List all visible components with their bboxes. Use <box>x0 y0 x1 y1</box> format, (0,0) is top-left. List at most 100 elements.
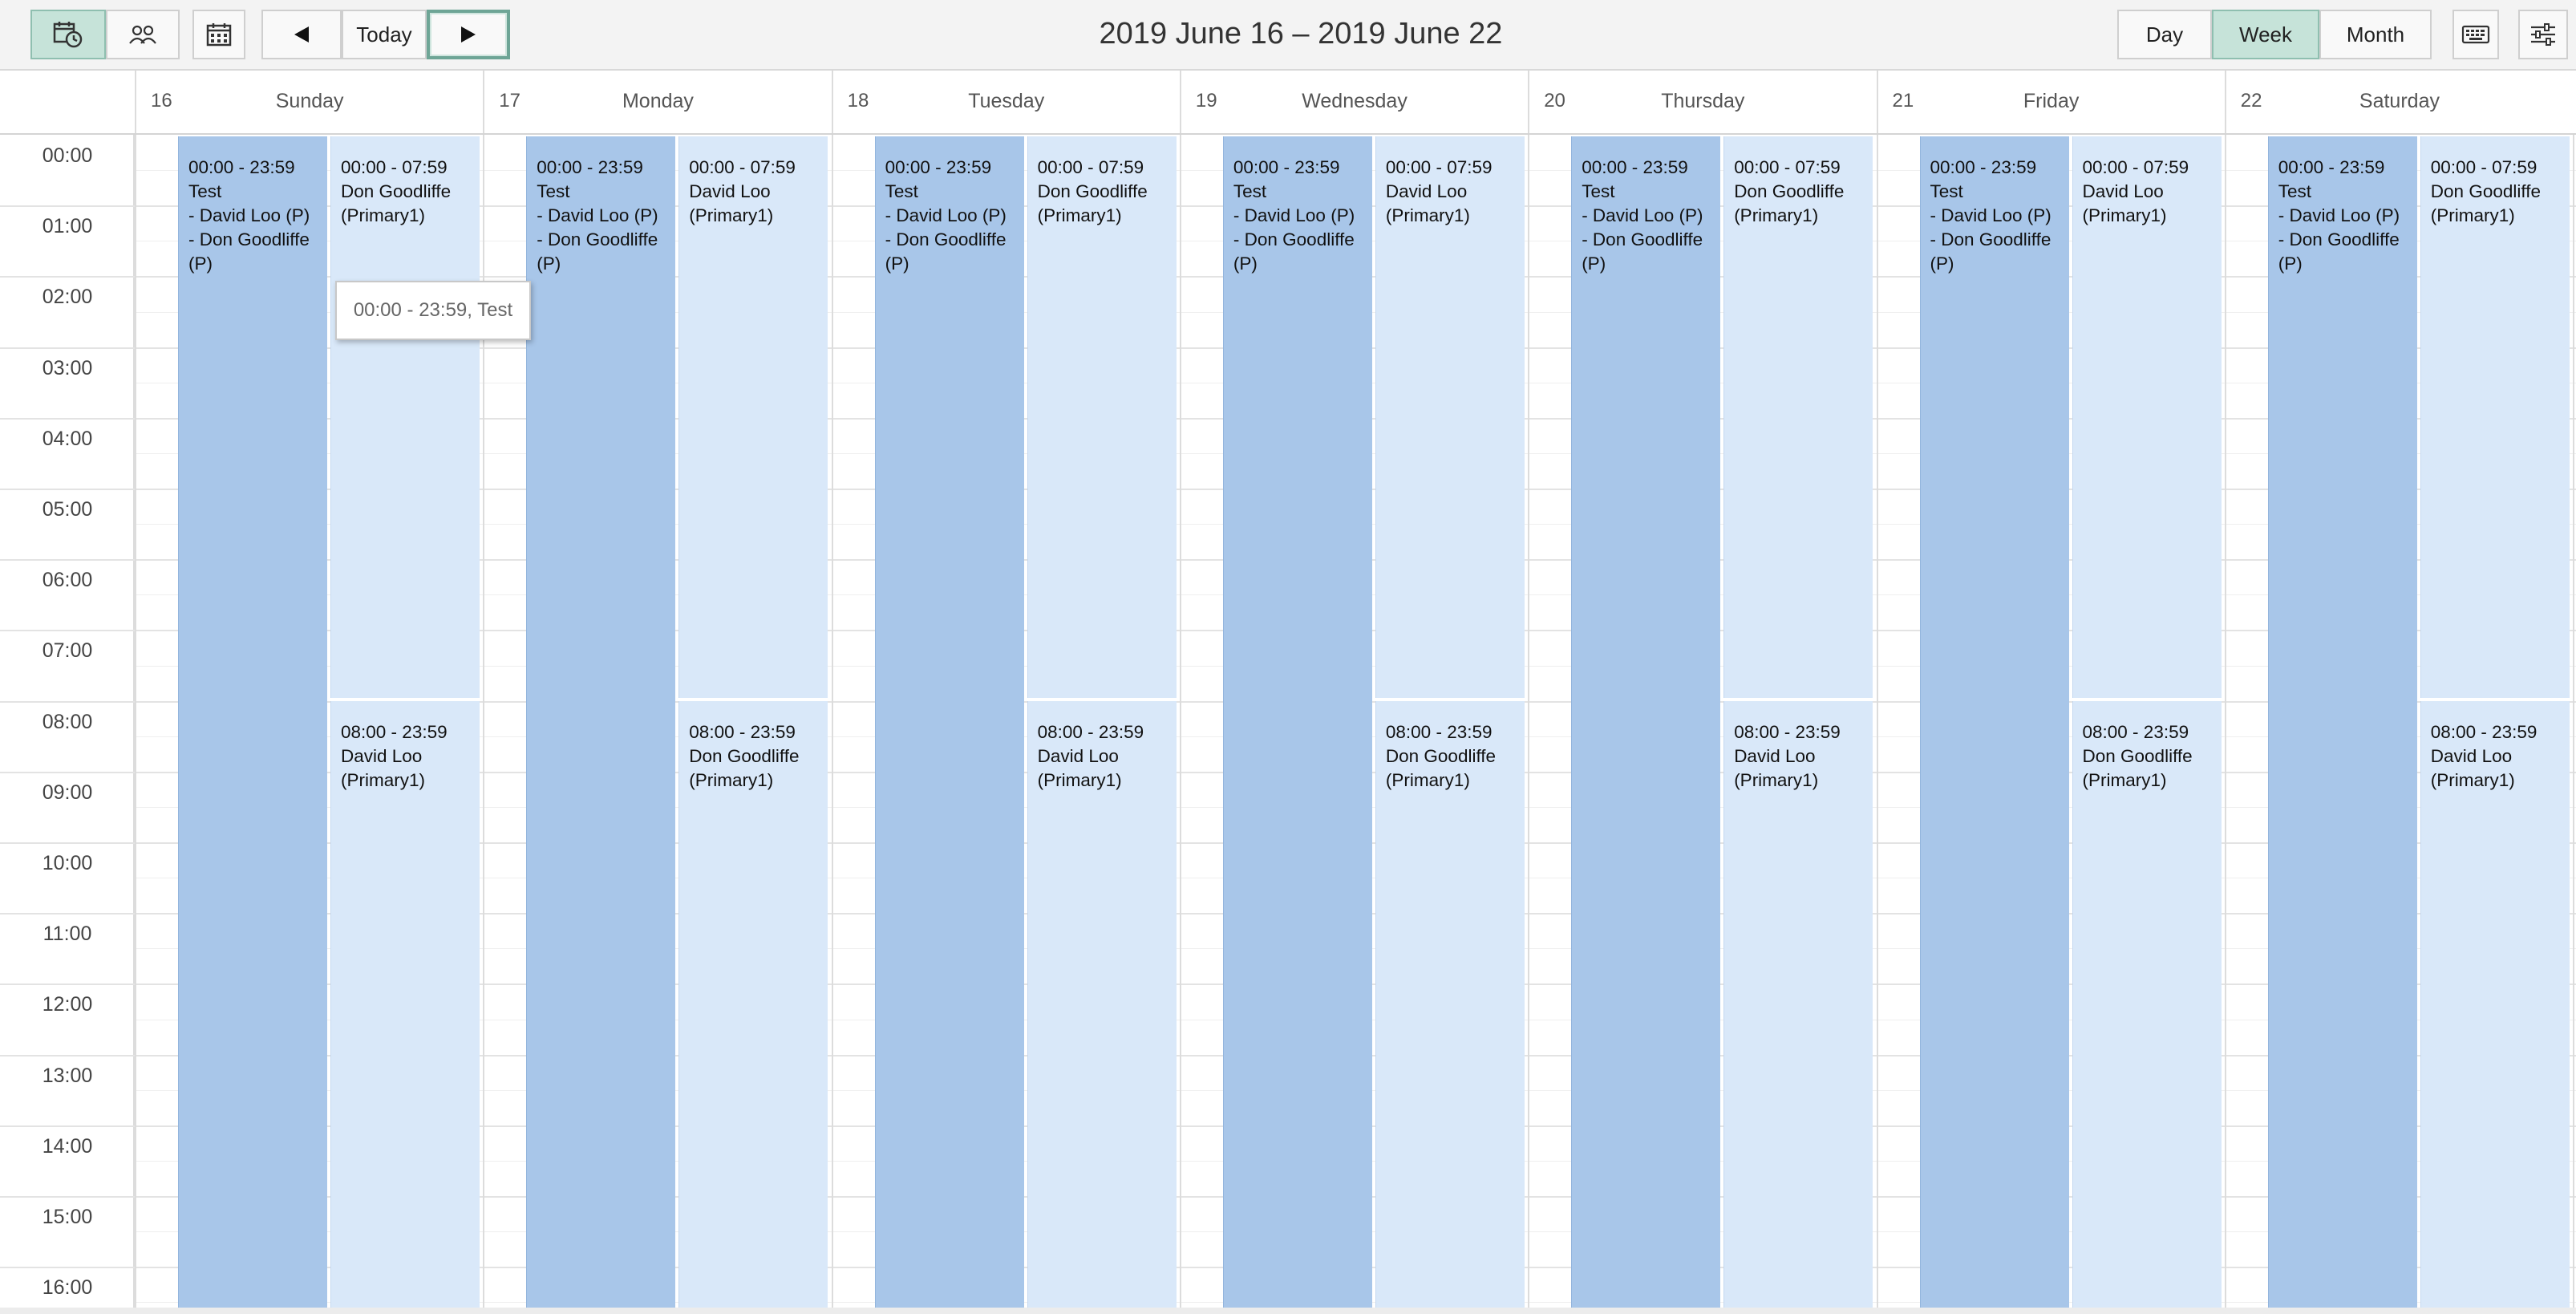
view-month-button[interactable]: Month <box>2319 10 2432 59</box>
event-morning-shift-friday[interactable]: 00:00 - 07:59 David Loo (Primary1) <box>2072 136 2222 698</box>
event-test-tuesday[interactable]: 00:00 - 23:59 Test - David Loo (P) - Don Go… <box>874 136 1024 1314</box>
event-text-line: 00:00 - 07:59 <box>341 157 448 177</box>
event-text-line: 00:00 - 23:59 <box>1582 157 1688 177</box>
day-name: Sunday <box>275 90 344 112</box>
event-day-shift-thursday[interactable]: 08:00 - 23:59 David Loo (Primary1) <box>1723 700 1873 1314</box>
day-name: Monday <box>622 90 694 112</box>
event-text-line: Don Goodliffe <box>1734 181 1845 201</box>
people-view-button[interactable] <box>106 10 180 59</box>
header-corner <box>0 71 135 133</box>
event-text-line: (Primary1) <box>2430 769 2515 790</box>
event-text-line: 08:00 - 23:59 <box>341 721 448 742</box>
event-text-line: (P) <box>537 253 561 274</box>
event-morning-shift-sunday[interactable]: 00:00 - 07:59 Don Goodliffe (Primary1) <box>330 136 480 698</box>
event-day-shift-tuesday[interactable]: 08:00 - 23:59 David Loo (Primary1) <box>1027 700 1177 1314</box>
event-morning-shift-saturday[interactable]: 00:00 - 07:59 Don Goodliffe (Primary1) <box>2420 136 2570 698</box>
event-text-line: - Don Goodliffe <box>1233 229 1355 249</box>
next-week-button[interactable] <box>427 10 510 59</box>
event-text-line: (Primary1) <box>1734 205 1819 225</box>
view-week-button[interactable]: Week <box>2212 10 2319 59</box>
event-text-line: (P) <box>1582 253 1606 274</box>
event-text-line: (P) <box>1233 253 1258 274</box>
event-test-monday[interactable]: 00:00 - 23:59 Test - David Loo (P) - Don Go… <box>526 136 676 1314</box>
event-text-line: - David Loo (P) <box>1233 205 1355 225</box>
today-button[interactable]: Today <box>342 10 427 59</box>
day-header-wednesday[interactable]: 19 Wednesday <box>1179 71 1528 133</box>
time-label: 11:00 <box>43 923 92 946</box>
event-tooltip: 00:00 - 23:59, Test <box>335 281 531 340</box>
day-header-saturday[interactable]: 22 Saturday <box>2224 71 2573 133</box>
day-name: Thursday <box>1661 90 1745 112</box>
event-text-line: (P) <box>885 253 909 274</box>
time-column: 00:00 01:00 02:00 03:00 04:00 05:00 06:00 07:00… <box>0 135 135 1314</box>
event-day-shift-wednesday[interactable]: 08:00 - 23:59 Don Goodliffe (Primary1) <box>1375 700 1525 1314</box>
date-picker-button[interactable] <box>192 10 245 59</box>
previous-week-button[interactable] <box>261 10 342 59</box>
keyboard-shortcuts-button[interactable] <box>2452 10 2499 59</box>
day-column-divider <box>1528 135 1530 1314</box>
event-text-line: 00:00 - 23:59 <box>885 157 992 177</box>
event-test-sunday[interactable]: 00:00 - 23:59 Test - David Loo (P) - Don Go… <box>178 136 327 1314</box>
event-morning-shift-thursday[interactable]: 00:00 - 07:59 Don Goodliffe (Primary1) <box>1723 136 1873 698</box>
event-test-wednesday[interactable]: 00:00 - 23:59 Test - David Loo (P) - Don Go… <box>1222 136 1372 1314</box>
keyboard-icon <box>2461 24 2490 45</box>
event-day-shift-sunday[interactable]: 08:00 - 23:59 David Loo (Primary1) <box>330 700 480 1314</box>
view-day-button[interactable]: Day <box>2117 10 2212 59</box>
event-test-thursday[interactable]: 00:00 - 23:59 Test - David Loo (P) - Don Go… <box>1571 136 1721 1314</box>
horizontal-scrollbar[interactable] <box>0 1308 2576 1314</box>
event-text-line: Test <box>188 181 222 201</box>
event-text-line: 08:00 - 23:59 <box>1037 721 1144 742</box>
toolbar: Today 2019 June 16 – 2019 June 22 Day We… <box>0 0 2576 71</box>
calendar-grid-icon <box>205 22 233 47</box>
event-text-line: 00:00 - 23:59 <box>1930 157 2037 177</box>
event-day-shift-saturday[interactable]: 08:00 - 23:59 David Loo (Primary1) <box>2420 700 2570 1314</box>
event-day-shift-friday[interactable]: 08:00 - 23:59 Don Goodliffe (Primary1) <box>2072 700 2222 1314</box>
event-text-line: 08:00 - 23:59 <box>689 721 796 742</box>
schedule-view-button[interactable] <box>30 10 106 59</box>
event-text-line: David Loo <box>689 181 771 201</box>
event-text-line: - Don Goodliffe <box>537 229 658 249</box>
event-text-line: 00:00 - 23:59 <box>537 157 643 177</box>
event-test-saturday[interactable]: 00:00 - 23:59 Test - David Loo (P) - Don Go… <box>2267 136 2417 1314</box>
day-header-tuesday[interactable]: 18 Tuesday <box>831 71 1180 133</box>
sliders-icon <box>2529 22 2558 47</box>
day-name: Tuesday <box>968 90 1045 112</box>
page-title: 2019 June 16 – 2019 June 22 <box>1099 16 1503 51</box>
time-label: 07:00 <box>42 639 93 663</box>
event-morning-shift-wednesday[interactable]: 00:00 - 07:59 David Loo (Primary1) <box>1375 136 1525 698</box>
event-day-shift-monday[interactable]: 08:00 - 23:59 Don Goodliffe (Primary1) <box>678 700 828 1314</box>
day-header-monday[interactable]: 17 Monday <box>483 71 831 133</box>
event-text-line: - David Loo (P) <box>1582 205 1703 225</box>
event-text-line: Test <box>1233 181 1267 201</box>
event-text-line: (Primary1) <box>341 205 425 225</box>
event-text-line: - David Loo (P) <box>2278 205 2400 225</box>
event-text-line: David Loo <box>2082 181 2164 201</box>
day-header-sunday[interactable]: 16 Sunday <box>135 71 483 133</box>
event-text-line: - Don Goodliffe <box>1582 229 1703 249</box>
day-header-thursday[interactable]: 20 Thursday <box>1528 71 1876 133</box>
day-name: Saturday <box>2359 90 2440 112</box>
day-column-divider <box>1179 135 1181 1314</box>
time-label: 13:00 <box>42 1064 93 1087</box>
time-label: 12:00 <box>42 993 93 1016</box>
day-header-friday[interactable]: 21 Friday <box>1876 71 2225 133</box>
time-label: 15:00 <box>42 1206 93 1228</box>
event-morning-shift-monday[interactable]: 00:00 - 07:59 David Loo (Primary1) <box>678 136 828 698</box>
time-label: 09:00 <box>42 781 93 804</box>
event-text-line: Don Goodliffe <box>2082 745 2193 766</box>
arrow-right-icon <box>458 24 479 45</box>
event-morning-shift-tuesday[interactable]: 00:00 - 07:59 Don Goodliffe (Primary1) <box>1027 136 1177 698</box>
event-text-line: (P) <box>1930 253 1954 274</box>
event-text-line: - Don Goodliffe <box>188 229 310 249</box>
event-text-line: 08:00 - 23:59 <box>2430 721 2538 742</box>
time-label: 05:00 <box>42 498 93 521</box>
time-label: 03:00 <box>42 356 93 379</box>
event-text-line: (Primary1) <box>2082 769 2167 790</box>
day-column-divider <box>2224 135 2226 1314</box>
settings-button[interactable] <box>2518 10 2568 59</box>
users-icon <box>128 22 158 47</box>
event-test-friday[interactable]: 00:00 - 23:59 Test - David Loo (P) - Don Go… <box>1919 136 2069 1314</box>
event-text-line: - David Loo (P) <box>885 205 1007 225</box>
event-text-line: 00:00 - 07:59 <box>1734 157 1841 177</box>
event-text-line: Test <box>1582 181 1615 201</box>
